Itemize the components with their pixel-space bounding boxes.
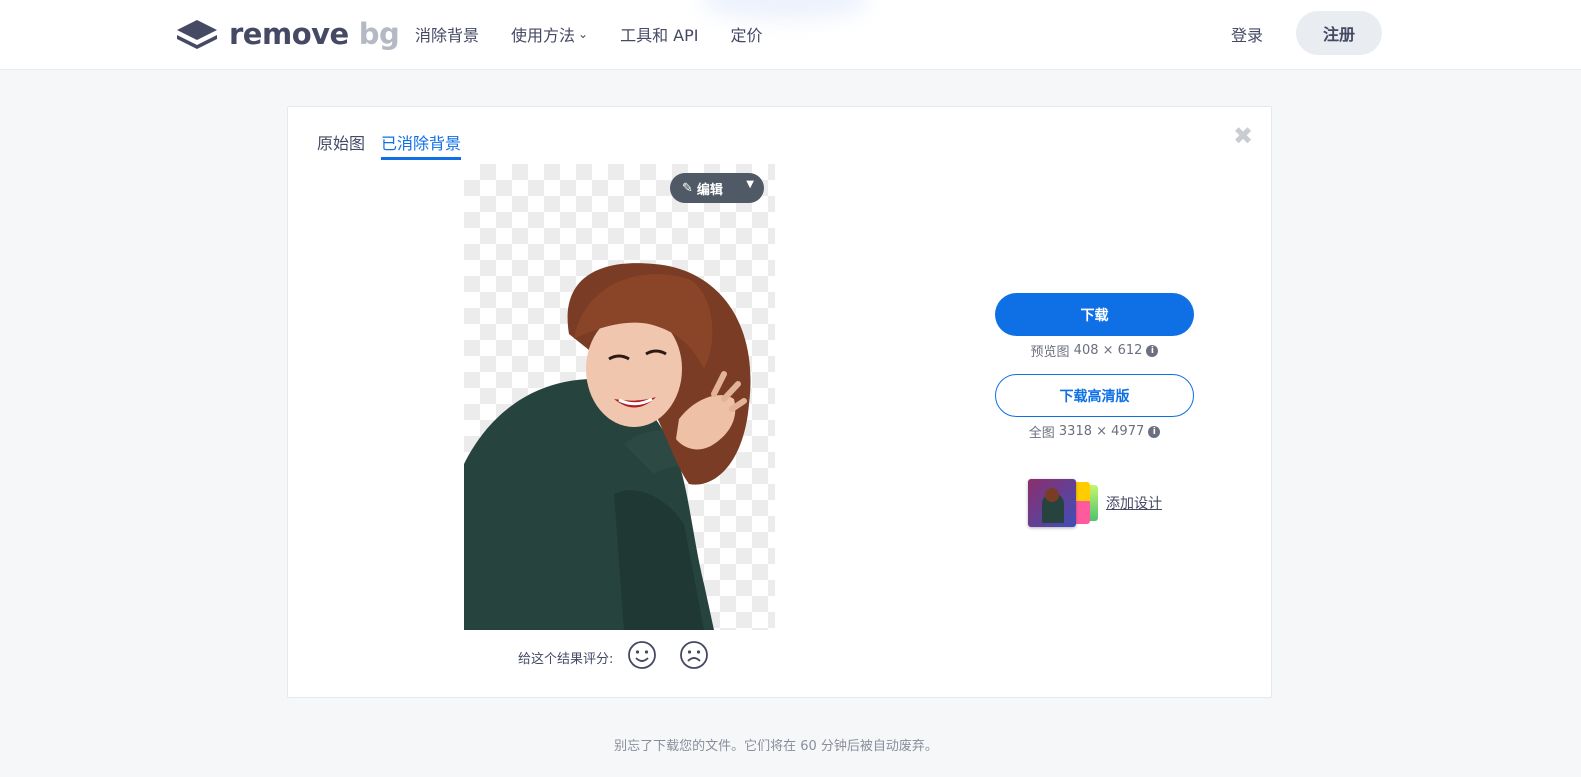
nav-label: 使用方法 — [511, 26, 576, 45]
caret-down-icon[interactable]: ▼ — [746, 179, 754, 190]
expiry-notice: 别忘了下载您的文件。它们将在 60 分钟后被自动废弃。 — [614, 739, 938, 754]
main-nav: 消除背景 使用方法 ⌄ 工具和 API 定价 — [415, 22, 795, 46]
nav-how-to-use[interactable]: 使用方法 ⌄ — [511, 22, 588, 46]
cutout-portrait-image — [464, 263, 751, 630]
add-design-link[interactable]: 添加设计 — [1028, 479, 1162, 527]
chevron-down-icon: ⌄ — [578, 27, 589, 41]
preview-size: 408 × 612 — [1073, 343, 1143, 358]
logo-text-remove: remove — [229, 17, 349, 51]
tab-original[interactable]: 原始图 — [317, 130, 365, 160]
full-size: 3318 × 4977 — [1058, 424, 1145, 439]
image-tabs: 原始图 已消除背景 — [317, 130, 477, 160]
full-size-info: 全图 3318 × 4977 i — [995, 422, 1194, 441]
info-icon[interactable]: i — [1146, 344, 1159, 357]
nav-label: 工具和 API — [620, 26, 699, 45]
add-design-label[interactable]: 添加设计 — [1106, 493, 1162, 513]
brush-icon: ✎ — [682, 180, 693, 196]
nav-tools-api[interactable]: 工具和 API — [620, 22, 698, 46]
rating-row: 给这个结果评分: — [518, 640, 731, 674]
close-icon[interactable]: ✖ — [1233, 122, 1253, 150]
smile-face-icon[interactable] — [627, 640, 657, 674]
download-hd-button[interactable]: 下载高清版 — [995, 374, 1194, 417]
rating-label: 给这个结果评分: — [518, 651, 614, 667]
tab-removed-background[interactable]: 已消除背景 — [381, 130, 462, 160]
edit-button[interactable]: ✎ 编辑 ▼ — [670, 173, 764, 203]
frown-face-icon[interactable] — [679, 640, 709, 674]
info-icon[interactable]: i — [1148, 425, 1161, 438]
nav-label: 定价 — [730, 26, 763, 45]
design-thumbnails-icon — [1028, 479, 1102, 527]
preview-prefix: 预览图 — [1030, 345, 1070, 360]
top-navigation-bar: remove bg 消除背景 使用方法 ⌄ 工具和 API 定价 登录 注册 — [0, 0, 1581, 70]
signup-button[interactable]: 注册 — [1296, 11, 1382, 55]
edit-button-label: 编辑 — [696, 182, 723, 198]
logo[interactable]: remove bg — [175, 16, 400, 52]
download-button[interactable]: 下载 — [995, 293, 1194, 336]
nav-pricing[interactable]: 定价 — [731, 22, 763, 46]
layers-logo-icon — [177, 20, 217, 49]
preview-size-info: 预览图 408 × 612 i — [995, 341, 1194, 360]
result-card: 原始图 已消除背景 ✖ ✎ 编辑 ▼ 给这个结果评分: 下载 预览图 408 ×… — [287, 106, 1272, 698]
logo-text-bg: bg — [358, 17, 400, 51]
result-image-canvas: ✎ 编辑 ▼ — [464, 164, 775, 630]
login-link[interactable]: 登录 — [1231, 22, 1263, 46]
header-glow — [700, 0, 870, 20]
nav-remove-background[interactable]: 消除背景 — [415, 22, 479, 46]
nav-label: 消除背景 — [415, 26, 480, 45]
full-prefix: 全图 — [1028, 426, 1055, 441]
